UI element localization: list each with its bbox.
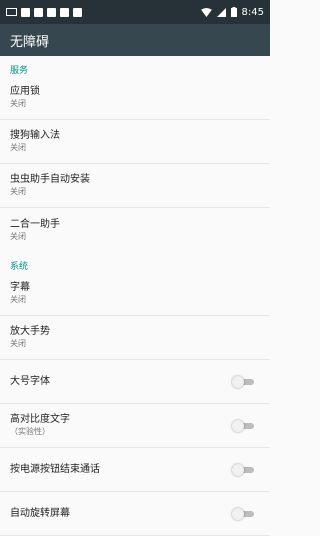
item-title: 自动旋转屏幕: [10, 507, 70, 519]
app-bar: 无障碍: [0, 24, 270, 56]
list-item-auto-rotate-screen[interactable]: 自动旋转屏幕: [0, 492, 270, 536]
item-title: 放大手势: [10, 326, 50, 337]
item-title: 虫虫助手自动安装: [10, 174, 90, 185]
item-subtitle: （实验性）: [10, 427, 50, 436]
switch-thumb: [232, 463, 244, 476]
section-title-services: 服务: [10, 66, 29, 76]
switch-thumb: [232, 419, 244, 432]
page-title: 无障碍: [10, 34, 50, 50]
status-bar: 8:45: [0, 0, 270, 24]
screen-share-icon: [6, 8, 17, 16]
item-subtitle: 关闭: [10, 339, 26, 348]
item-title: 字幕: [10, 282, 30, 293]
high-contrast-text-switch[interactable]: [232, 419, 256, 432]
list-item-high-contrast-text[interactable]: 高对比度文字 （实验性）: [0, 404, 270, 448]
notification-square-icon: [60, 7, 69, 17]
battery-icon: [230, 7, 237, 17]
settings-list: 服务 应用锁 关闭 搜狗输入法 关闭 虫虫助手自动安装 关闭 二合一助手 关闭 …: [0, 56, 270, 536]
list-item-two-in-one-assistant[interactable]: 二合一助手 关闭: [0, 208, 270, 252]
notification-square-icon: [34, 7, 43, 17]
item-subtitle: 关闭: [10, 99, 26, 108]
power-button-ends-call-switch[interactable]: [232, 463, 256, 476]
large-text-switch[interactable]: [232, 375, 256, 388]
section-title-system: 系统: [10, 262, 29, 272]
item-title: 二合一助手: [10, 218, 60, 230]
item-title: 按电源按钮结束通话: [10, 463, 100, 475]
status-bar-system: 8:45: [200, 6, 264, 18]
notification-square-icon: [47, 7, 56, 17]
item-subtitle: 关闭: [10, 187, 26, 196]
list-item-magnification-gestures[interactable]: 放大手势 关闭: [0, 316, 270, 360]
item-subtitle: 关闭: [10, 295, 26, 304]
wifi-icon: [200, 7, 212, 17]
list-item-large-text[interactable]: 大号字体: [0, 360, 270, 404]
list-item-sogou-input[interactable]: 搜狗输入法 关闭: [0, 120, 270, 164]
item-title: 大号字体: [10, 375, 50, 387]
item-subtitle: 关闭: [10, 143, 26, 152]
notification-square-icon: [73, 7, 82, 17]
auto-rotate-screen-switch[interactable]: [232, 507, 256, 520]
list-item-chongchong-auto-install[interactable]: 虫虫助手自动安装 关闭: [0, 164, 270, 208]
list-item-captions[interactable]: 字幕 关闭: [0, 272, 270, 316]
list-item-app-lock[interactable]: 应用锁 关闭: [0, 76, 270, 120]
item-title: 搜狗输入法: [10, 130, 60, 141]
signal-icon: [216, 7, 226, 17]
item-subtitle: 关闭: [10, 231, 26, 241]
notification-square-icon: [21, 7, 30, 17]
item-title: 高对比度文字: [10, 414, 70, 425]
switch-thumb: [232, 375, 244, 388]
item-title: 应用锁: [10, 86, 40, 97]
list-item-power-button-ends-call[interactable]: 按电源按钮结束通话: [0, 448, 270, 492]
status-bar-notifications: [6, 7, 82, 17]
item-text: 高对比度文字 （实验性）: [10, 414, 70, 437]
switch-thumb: [232, 507, 244, 520]
status-time: 8:45: [241, 6, 264, 18]
